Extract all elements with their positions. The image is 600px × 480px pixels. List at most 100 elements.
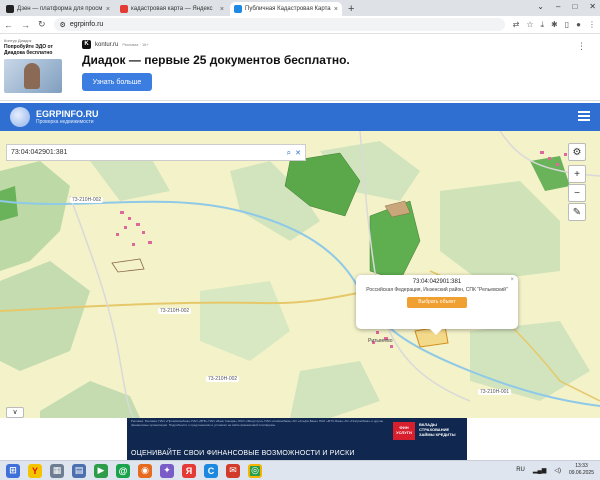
dzen-icon bbox=[6, 5, 14, 13]
ad-main-line: ОЦЕНИВАЙТЕ СВОИ ФИНАНСОВЫЕ ВОЗМОЖНОСТИ И… bbox=[131, 450, 355, 457]
chrome-icon[interactable]: ◎ bbox=[248, 463, 262, 478]
road-label: 73-210Н-002 bbox=[158, 308, 192, 314]
ccleaner-icon[interactable]: C bbox=[204, 463, 218, 478]
new-tab-button[interactable]: + bbox=[348, 2, 354, 16]
tab-cadastral-map[interactable]: Публичная Кадастровая Карта × bbox=[230, 2, 342, 16]
search-icon[interactable]: ⌕ bbox=[287, 148, 291, 158]
system-tray: RU ▂▄▆ ◁) 13:33 09.06.2025 bbox=[516, 463, 594, 477]
road-label: 73-210Н-002 bbox=[206, 376, 240, 382]
site-logo-icon[interactable] bbox=[10, 107, 30, 127]
extensions-icon[interactable]: ✱ bbox=[551, 20, 558, 30]
tab-dzen[interactable]: Дзен — платформа для просм × bbox=[2, 2, 114, 16]
tab-title: Публичная Кадастровая Карта bbox=[245, 6, 331, 12]
more-options-icon[interactable]: ⋮ bbox=[577, 41, 586, 52]
explorer-icon[interactable]: ▤ bbox=[72, 463, 86, 478]
mail-icon[interactable]: ✉ bbox=[226, 463, 240, 478]
town-label: Ритьвеево bbox=[368, 338, 393, 344]
select-object-button[interactable]: Выбрать объект bbox=[407, 297, 467, 308]
ad-source: K kontur.ru Реклама · 16+ bbox=[82, 40, 502, 49]
cadastral-search-box: ⌕ ✕ bbox=[6, 144, 306, 161]
finuslugi-logo: ФИН УСЛУГИ bbox=[393, 422, 415, 440]
site-subtitle: Проверка недвижимости bbox=[36, 119, 94, 125]
collapse-panel-button[interactable]: ∨ bbox=[6, 407, 24, 418]
site-brand[interactable]: EGRPINFO.RU Проверка недвижимости bbox=[36, 109, 99, 125]
bottom-ad-banner[interactable]: Реклама. Реклама: ПАО «Промсвязьбанк» ПА… bbox=[127, 418, 467, 460]
back-icon[interactable]: ← bbox=[4, 20, 13, 30]
site-name: EGRPINFO.RU bbox=[36, 109, 99, 119]
browser-tab-bar: Дзен — платформа для просм × кадастровая… bbox=[0, 0, 600, 16]
cadastral-map[interactable]: ⌕ ✕ ⚙ + − ✎ 73-210Н-002 73-210Н-002 73-2… bbox=[0, 131, 600, 418]
parcel-popup: × 73:04:042901:381 Российская Федерация,… bbox=[356, 275, 518, 335]
clock-date: 09.06.2025 bbox=[568, 470, 594, 476]
media-icon[interactable]: ▶ bbox=[94, 463, 108, 478]
start-icon[interactable]: ⊞ bbox=[6, 463, 20, 478]
minimize-icon[interactable]: – bbox=[556, 2, 560, 11]
app-icon[interactable]: ✦ bbox=[160, 463, 174, 478]
zoom-in-button[interactable]: + bbox=[568, 165, 586, 183]
menu-icon[interactable]: ⋮ bbox=[588, 20, 596, 30]
ad-title[interactable]: Диадок — первые 25 документов бесплатно. bbox=[82, 53, 502, 67]
kontur-icon: K bbox=[82, 40, 91, 49]
network-icon[interactable]: ▂▄▆ bbox=[533, 467, 546, 474]
popup-address: Российская Федерация, Инзенский район, С… bbox=[366, 287, 508, 293]
ad-side-text: ВКЛАДЫ СТРАХОВАНИЕ ЗАЙМЫ КРЕДИТЫ bbox=[419, 422, 456, 437]
ad-fine-print: Реклама. Реклама: ПАО «Промсвязьбанк» ПА… bbox=[131, 419, 384, 427]
yandex-icon[interactable]: Я bbox=[182, 463, 196, 478]
language-indicator[interactable]: RU bbox=[516, 467, 525, 473]
tab-title: Дзен — платформа для просм bbox=[17, 6, 103, 12]
address-bar: ← → ↻ ⚙ egrpinfo.ru ⇄ ☆ ⤓ ✱ ▯ ● ⋮ bbox=[0, 16, 600, 34]
close-icon[interactable]: × bbox=[334, 6, 338, 13]
search-input[interactable] bbox=[11, 149, 283, 156]
popup-cadastral-id: 73:04:042901:381 bbox=[412, 279, 462, 285]
ad-photo bbox=[4, 59, 62, 93]
ad-learn-more-button[interactable]: Узнать больше bbox=[82, 73, 152, 91]
clock[interactable]: 13:33 09.06.2025 bbox=[569, 463, 594, 477]
messenger-icon[interactable]: @ bbox=[116, 463, 130, 478]
top-ad-banner: Контур Диадок Попробуйте ЭДО от Диадока … bbox=[0, 35, 600, 101]
measure-ruler-button[interactable]: ✎ bbox=[568, 203, 586, 221]
ad-main: K kontur.ru Реклама · 16+ Диадок — первы… bbox=[82, 40, 502, 91]
url-field[interactable]: ⚙ egrpinfo.ru bbox=[53, 18, 505, 31]
tab-yandex[interactable]: кадастровая карта — Яндекс × bbox=[116, 2, 228, 16]
road-label: 73-210Н-002 bbox=[70, 197, 104, 203]
ad-source-note: Реклама · 16+ bbox=[122, 42, 149, 47]
firefox-icon[interactable]: ◉ bbox=[138, 463, 152, 478]
zoom-out-button[interactable]: − bbox=[568, 184, 586, 202]
window-controls: ⌄ – □ ✕ bbox=[537, 2, 596, 11]
yandex-browser-icon[interactable]: Y bbox=[28, 463, 42, 478]
translate-icon[interactable]: ⇄ bbox=[513, 20, 520, 30]
clear-search-icon[interactable]: ✕ bbox=[295, 149, 301, 157]
yandex-icon bbox=[120, 5, 128, 13]
reload-icon[interactable]: ↻ bbox=[38, 19, 46, 30]
file-manager-icon[interactable]: ▦ bbox=[50, 463, 64, 478]
gear-icon: ⚙ bbox=[572, 146, 582, 158]
close-icon[interactable]: × bbox=[510, 277, 514, 283]
site-header: EGRPINFO.RU Проверка недвижимости bbox=[0, 103, 600, 131]
shield-icon bbox=[234, 5, 242, 13]
ad-brand: Контур Диадок bbox=[4, 38, 32, 43]
clock-time: 13:33 bbox=[575, 463, 588, 469]
close-icon[interactable]: × bbox=[220, 6, 224, 13]
ruler-icon: ✎ bbox=[572, 206, 582, 218]
close-icon[interactable]: × bbox=[106, 6, 110, 13]
ad-left-creative[interactable]: Контур Диадок Попробуйте ЭДО от Диадока … bbox=[4, 38, 66, 98]
forward-icon[interactable]: → bbox=[21, 20, 30, 30]
url-text: egrpinfo.ru bbox=[69, 21, 104, 28]
road-label: 73-210Н-001 bbox=[478, 389, 512, 395]
profile-icon[interactable]: ● bbox=[576, 20, 581, 30]
volume-icon[interactable]: ◁) bbox=[554, 467, 561, 474]
download-icon[interactable]: ⤓ bbox=[541, 20, 545, 30]
ad-left-text: Попробуйте ЭДО от Диадока бесплатно bbox=[4, 44, 53, 56]
map-layers-button[interactable]: ⚙ bbox=[568, 143, 586, 161]
toolbar-icons: ⇄ ☆ ⤓ ✱ ▯ ● ⋮ bbox=[513, 20, 596, 30]
maximize-icon[interactable]: □ bbox=[572, 2, 577, 11]
close-window-icon[interactable]: ✕ bbox=[589, 2, 596, 11]
chevron-down-icon[interactable]: ⌄ bbox=[537, 2, 544, 11]
os-taskbar: ⊞ Y ▦ ▤ ▶ @ ◉ ✦ Я C ✉ ◎ RU ▂▄▆ ◁) 13:33 … bbox=[0, 460, 600, 480]
hamburger-menu-icon[interactable] bbox=[578, 111, 590, 121]
ad-source-domain[interactable]: kontur.ru bbox=[95, 42, 118, 48]
sidebar-icon[interactable]: ▯ bbox=[565, 20, 569, 30]
site-info-icon[interactable]: ⚙ bbox=[60, 21, 66, 29]
tab-title: кадастровая карта — Яндекс bbox=[131, 6, 213, 12]
star-icon[interactable]: ☆ bbox=[526, 20, 533, 30]
